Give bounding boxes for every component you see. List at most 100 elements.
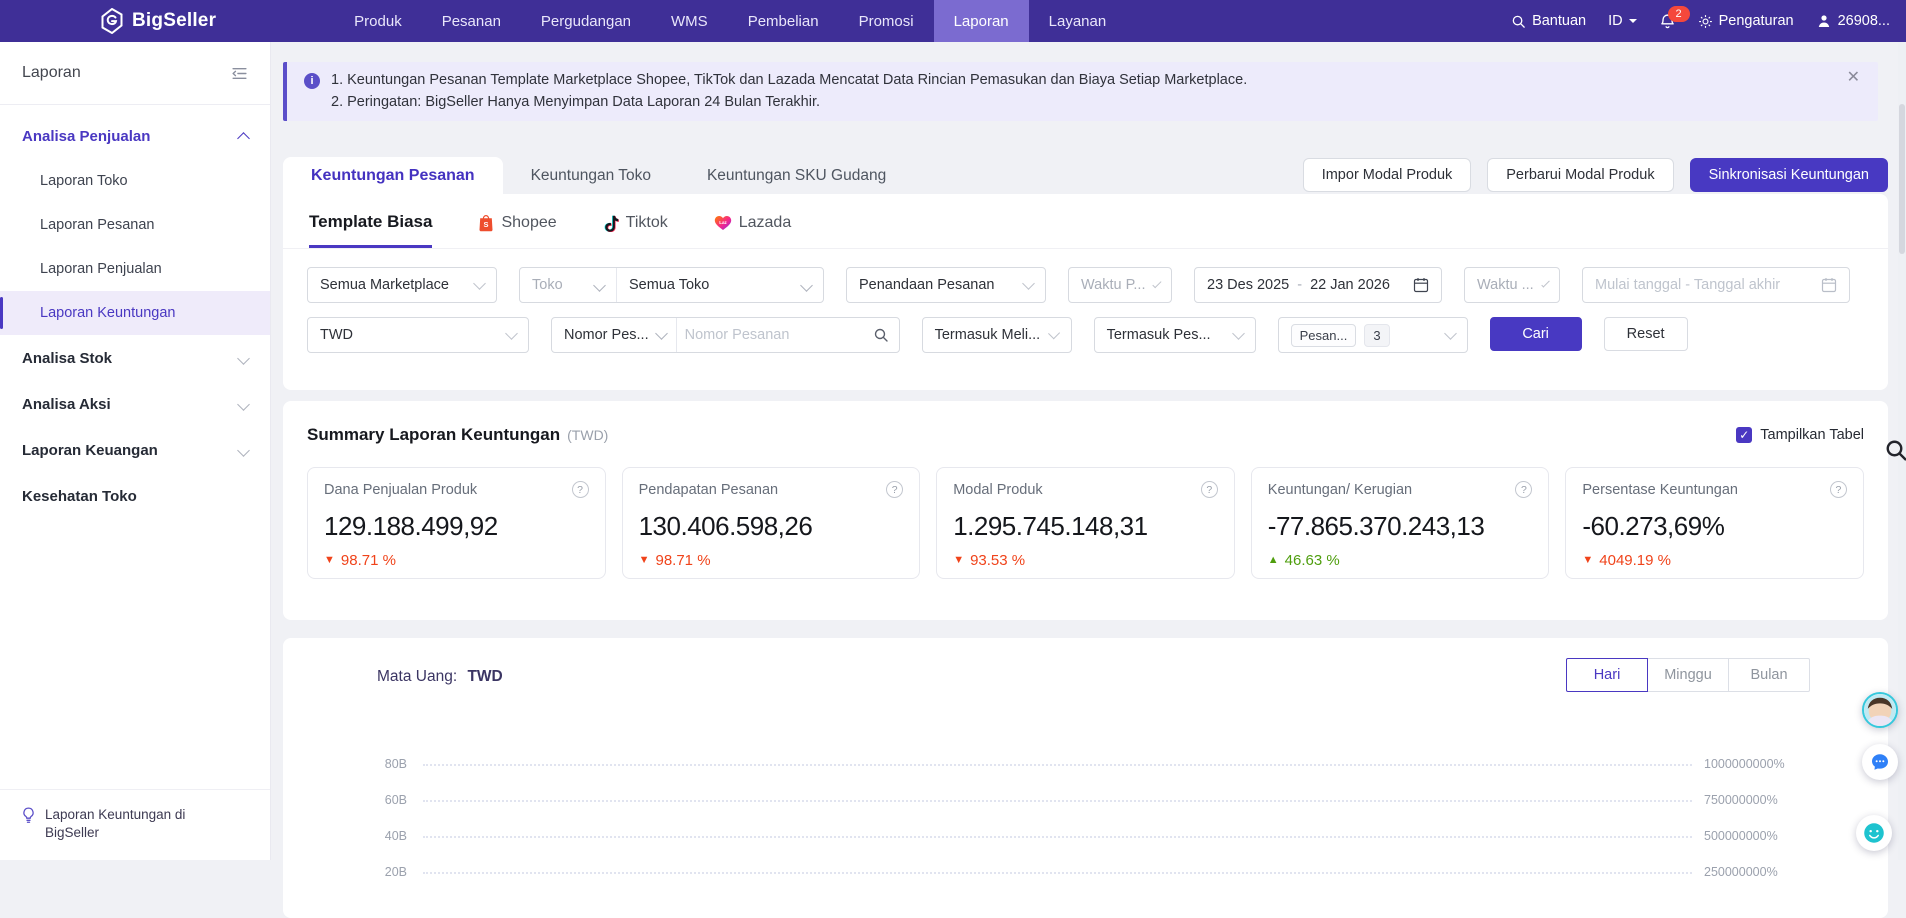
sinkronisasi-keuntungan-button[interactable]: Sinkronisasi Keuntungan bbox=[1690, 158, 1888, 192]
user-menu[interactable]: 26908... bbox=[1816, 13, 1890, 29]
metric-delta: 46.63 % bbox=[1285, 552, 1340, 569]
right-axis-label: 750000000% bbox=[1704, 793, 1804, 807]
help-icon[interactable]: ? bbox=[1201, 481, 1218, 498]
date-range-picker[interactable]: 23 Des 2025 - 22 Jan 2026 bbox=[1194, 267, 1442, 303]
period-bulan-button[interactable]: Bulan bbox=[1728, 658, 1810, 692]
top-navbar: BigSeller Produk Pesanan Pergudangan WMS… bbox=[0, 0, 1906, 42]
subtab-tiktok[interactable]: Tiktok bbox=[603, 214, 668, 248]
menu-item-produk[interactable]: Produk bbox=[334, 0, 422, 42]
toko-type-select[interactable]: Toko bbox=[520, 268, 616, 302]
sidebar-item-laporan-toko[interactable]: Laporan Toko bbox=[0, 159, 270, 203]
main-menu: Produk Pesanan Pergudangan WMS Pembelian… bbox=[334, 0, 1126, 42]
period-hari-button[interactable]: Hari bbox=[1566, 658, 1648, 692]
right-axis-label: 500000000% bbox=[1704, 829, 1804, 843]
sidebar-footer-link[interactable]: Laporan Keuntungan di BigSeller bbox=[0, 789, 270, 860]
cari-button[interactable]: Cari bbox=[1490, 317, 1582, 351]
menu-item-pembelian[interactable]: Pembelian bbox=[728, 0, 839, 42]
metric-label: Modal Produk bbox=[953, 482, 1042, 498]
scrollbar-thumb[interactable] bbox=[1899, 104, 1905, 254]
show-table-toggle[interactable]: ✓ Tampilkan Tabel bbox=[1736, 427, 1864, 443]
waktu-select[interactable]: Waktu ... bbox=[1464, 267, 1560, 303]
chat-widget-icon[interactable] bbox=[1862, 744, 1898, 780]
sidebar-group-analisa-penjualan[interactable]: Analisa Penjualan bbox=[0, 113, 270, 159]
menu-item-layanan[interactable]: Layanan bbox=[1029, 0, 1127, 42]
help-icon[interactable]: ? bbox=[1830, 481, 1847, 498]
subtab-template-biasa[interactable]: Template Biasa bbox=[309, 212, 432, 248]
metric-delta: 4049.19 % bbox=[1599, 552, 1671, 569]
subtab-lazada[interactable]: Laz Lazada bbox=[714, 214, 792, 248]
import-modal-produk-button[interactable]: Impor Modal Produk bbox=[1303, 158, 1472, 192]
marketplace-select[interactable]: Semua Marketplace bbox=[307, 267, 497, 303]
menu-item-promosi[interactable]: Promosi bbox=[839, 0, 934, 42]
checkbox-checked-icon[interactable]: ✓ bbox=[1736, 427, 1752, 443]
sidebar-group-label: Analisa Aksi bbox=[22, 396, 111, 413]
reset-button[interactable]: Reset bbox=[1604, 317, 1688, 351]
order-number-input[interactable] bbox=[677, 327, 863, 343]
currency-select[interactable]: TWD bbox=[307, 317, 529, 353]
gridline bbox=[423, 872, 1692, 874]
help-icon[interactable]: ? bbox=[886, 481, 903, 498]
order-number-type-select[interactable]: Nomor Pes... bbox=[552, 318, 677, 352]
pesanan-multi-select[interactable]: Pesan... 3 bbox=[1278, 317, 1468, 353]
svg-text:S: S bbox=[484, 220, 489, 229]
menu-item-wms[interactable]: WMS bbox=[651, 0, 728, 42]
right-axis-label: 250000000% bbox=[1704, 865, 1804, 879]
termasuk-pesanan-select[interactable]: Termasuk Pes... bbox=[1094, 317, 1256, 353]
perbarui-modal-produk-button[interactable]: Perbarui Modal Produk bbox=[1487, 158, 1673, 192]
assistant-widget-icon[interactable] bbox=[1856, 815, 1892, 851]
notifications-button[interactable]: 2 bbox=[1659, 13, 1676, 30]
sidebar-item-laporan-keuntungan[interactable]: Laporan Keuntungan bbox=[0, 291, 270, 335]
trend-arrow-icon bbox=[324, 555, 335, 566]
tab-keuntungan-toko[interactable]: Keuntungan Toko bbox=[503, 157, 679, 194]
info-banner: i 1. Keuntungan Pesanan Template Marketp… bbox=[283, 62, 1878, 121]
sidebar-group-kesehatan-toko[interactable]: Kesehatan Toko bbox=[0, 473, 270, 519]
brand-logo[interactable]: BigSeller bbox=[100, 8, 216, 34]
period-minggu-button[interactable]: Minggu bbox=[1647, 658, 1729, 692]
filter-card: Template Biasa S Shopee Tiktok Laz Lazad… bbox=[283, 194, 1888, 390]
toko-value: Semua Toko bbox=[629, 277, 709, 293]
penandaan-pesanan-select[interactable]: Penandaan Pesanan bbox=[846, 267, 1046, 303]
subtab-label: Tiktok bbox=[626, 214, 668, 232]
settings-link[interactable]: Pengaturan bbox=[1698, 13, 1794, 29]
sidebar-group-label: Kesehatan Toko bbox=[22, 488, 137, 505]
termasuk-pesanan-value: Termasuk Pes... bbox=[1107, 327, 1211, 343]
help-icon[interactable]: ? bbox=[1515, 481, 1532, 498]
close-icon[interactable]: ✕ bbox=[1847, 70, 1860, 86]
support-avatar[interactable] bbox=[1862, 692, 1898, 728]
search-icon[interactable] bbox=[873, 327, 889, 343]
toko-select[interactable]: Semua Toko bbox=[616, 268, 823, 302]
sidebar-group-analisa-aksi[interactable]: Analisa Aksi bbox=[0, 381, 270, 427]
sidebar-group-laporan-keuangan[interactable]: Laporan Keuangan bbox=[0, 427, 270, 473]
toko-type-value: Toko bbox=[532, 277, 563, 293]
subtab-shopee[interactable]: S Shopee bbox=[478, 214, 556, 248]
help-icon[interactable]: ? bbox=[572, 481, 589, 498]
sidebar-group-analisa-stok[interactable]: Analisa Stok bbox=[0, 335, 270, 381]
date-end-value: 22 Jan 2026 bbox=[1310, 277, 1390, 293]
help-link[interactable]: Bantuan bbox=[1511, 13, 1586, 29]
tab-keuntungan-pesanan[interactable]: Keuntungan Pesanan bbox=[283, 157, 503, 194]
menu-item-laporan[interactable]: Laporan bbox=[934, 0, 1029, 42]
trend-arrow-icon bbox=[953, 555, 964, 566]
collapse-sidebar-icon[interactable] bbox=[231, 65, 248, 82]
waktu-pesanan-select[interactable]: Waktu P... bbox=[1068, 267, 1172, 303]
termasuk-melintas-select[interactable]: Termasuk Meli... bbox=[922, 317, 1072, 353]
tab-keuntungan-sku-gudang[interactable]: Keuntungan SKU Gudang bbox=[679, 157, 914, 194]
sidebar-item-laporan-pesanan[interactable]: Laporan Pesanan bbox=[0, 203, 270, 247]
menu-item-pesanan[interactable]: Pesanan bbox=[422, 0, 521, 42]
menu-item-pergudangan[interactable]: Pergudangan bbox=[521, 0, 651, 42]
chevron-down-icon bbox=[237, 352, 250, 365]
sidebar-item-laporan-penjualan[interactable]: Laporan Penjualan bbox=[0, 247, 270, 291]
edge-search-icon[interactable] bbox=[1884, 438, 1906, 462]
gridline bbox=[423, 836, 1692, 838]
show-table-label: Tampilkan Tabel bbox=[1760, 427, 1864, 443]
gear-icon bbox=[1698, 14, 1713, 29]
metric-label: Persentase Keuntungan bbox=[1582, 482, 1738, 498]
metric-delta: 93.53 % bbox=[970, 552, 1025, 569]
language-selector[interactable]: ID bbox=[1608, 13, 1637, 29]
secondary-date-range-picker[interactable]: Mulai tanggal - Tanggal akhir bbox=[1582, 267, 1850, 303]
calendar-icon bbox=[1413, 277, 1429, 293]
sidebar-group-label: Analisa Stok bbox=[22, 350, 112, 367]
chevron-down-icon bbox=[800, 279, 813, 292]
chevron-down-icon bbox=[1541, 279, 1550, 288]
summary-header: Summary Laporan Keuntungan (TWD) ✓ Tampi… bbox=[307, 425, 1864, 445]
